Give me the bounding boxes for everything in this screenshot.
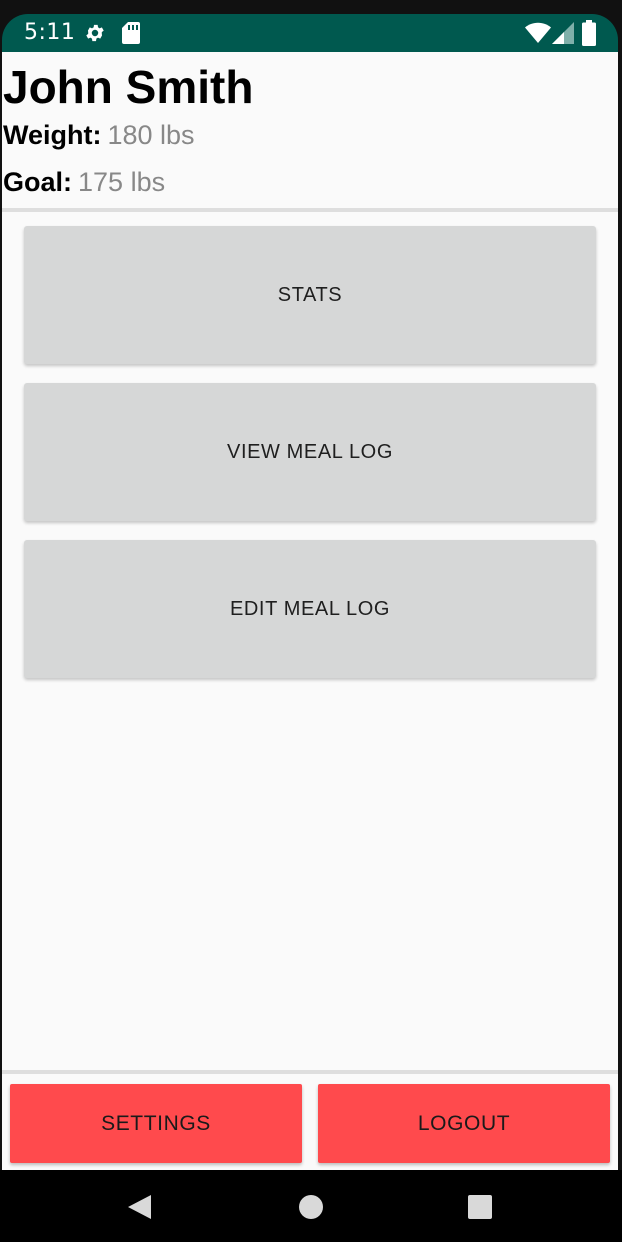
goal-row: Goal: 175 lbs: [3, 165, 165, 199]
home-circle-icon[interactable]: [296, 1192, 326, 1222]
phone-frame: 5:11 John Smith Weight: 180 lbs Goal: 17…: [0, 0, 622, 1242]
sd-card-icon: [122, 22, 140, 49]
view-meal-log-button[interactable]: VIEW MEAL LOG: [24, 383, 596, 521]
app-screen: John Smith Weight: 180 lbs Goal: 175 lbs S…: [2, 52, 618, 1170]
settings-button[interactable]: SETTINGS: [10, 1084, 302, 1163]
user-name: John Smith: [3, 61, 254, 113]
weight-value: 180 lbs: [107, 120, 195, 150]
header-divider: [2, 208, 618, 212]
system-nav-bar: [0, 1170, 622, 1242]
recents-square-icon[interactable]: [465, 1192, 495, 1222]
status-time: 5:11: [24, 20, 76, 45]
goal-label: Goal:: [3, 167, 73, 197]
stats-button[interactable]: STATS: [24, 226, 596, 364]
weight-row: Weight: 180 lbs: [3, 118, 195, 152]
weight-label: Weight:: [3, 120, 102, 150]
back-triangle-icon[interactable]: [125, 1192, 155, 1222]
battery-icon: [582, 20, 596, 51]
cellular-signal-icon: [552, 22, 574, 49]
goal-value: 175 lbs: [78, 167, 166, 197]
profile-summary: John Smith Weight: 180 lbs Goal: 175 lbs: [2, 52, 618, 208]
wifi-icon: [525, 22, 551, 49]
edit-meal-log-button[interactable]: EDIT MEAL LOG: [24, 540, 596, 678]
settings-gear-icon: [84, 22, 106, 49]
status-bar: 5:11: [2, 14, 618, 52]
logout-button[interactable]: LOGOUT: [318, 1084, 610, 1163]
footer-divider: [2, 1070, 618, 1074]
